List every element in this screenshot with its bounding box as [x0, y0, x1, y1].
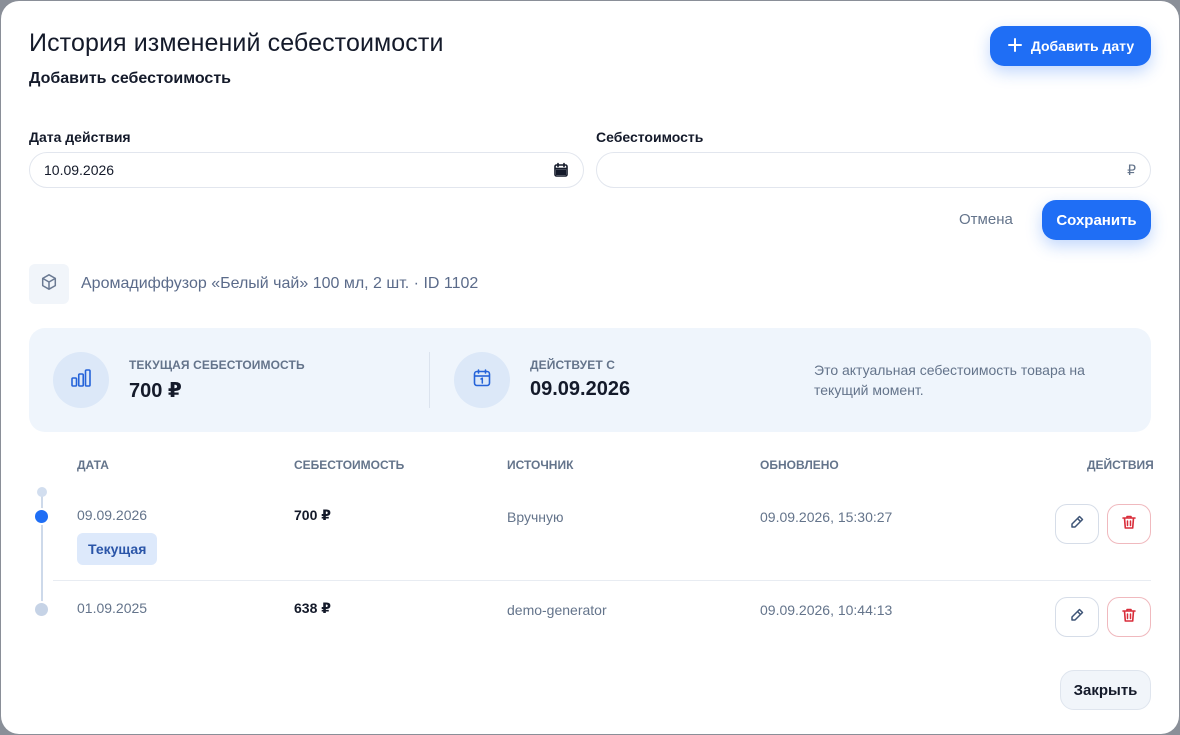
delete-button[interactable]	[1107, 597, 1151, 637]
effective-date-icon-circle	[454, 352, 510, 408]
save-button[interactable]: Сохранить	[1042, 200, 1151, 240]
currency-suffix: ₽	[1127, 161, 1136, 178]
column-header-date: Дата	[77, 458, 109, 472]
delete-button[interactable]	[1107, 504, 1151, 544]
row-cost: 638 ₽	[294, 600, 331, 616]
column-header-actions: Действия	[1087, 458, 1154, 472]
column-header-updated: Обновлено	[760, 458, 839, 472]
row-source: demo-generator	[507, 602, 607, 618]
effective-date-label: Действует с	[530, 358, 615, 372]
cost-history-modal: История изменений себестоимости Добавить…	[1, 1, 1179, 734]
timeline-dot	[33, 601, 50, 618]
cost-input[interactable]: ₽	[596, 152, 1151, 188]
add-date-button-label: Добавить дату	[1030, 38, 1135, 54]
date-input-value: 10.09.2026	[44, 162, 115, 178]
timeline-start-dot	[37, 487, 47, 497]
row-source: Вручную	[507, 509, 564, 525]
add-date-button[interactable]: Добавить дату	[990, 26, 1151, 66]
box-icon	[40, 273, 58, 296]
current-cost-label: Текущая себестоимость	[129, 358, 305, 372]
column-header-cost: Себестоимость	[294, 458, 405, 472]
summary-note: Это актуальная себестоимость товара на т…	[814, 362, 1085, 398]
close-button[interactable]: Закрыть	[1060, 670, 1151, 710]
row-date: 01.09.2025	[77, 600, 148, 616]
current-badge: Текущая	[77, 533, 158, 565]
calendar-icon	[472, 368, 492, 393]
summary-divider	[429, 352, 430, 408]
trash-icon	[1120, 513, 1138, 536]
effective-date-value: 09.09.2026	[530, 378, 631, 400]
edit-button[interactable]	[1055, 504, 1099, 544]
current-cost-value: 700 ₽	[129, 380, 182, 402]
row-cost: 700 ₽	[294, 507, 331, 523]
date-field-label: Дата действия	[29, 129, 131, 145]
form-section-title: Добавить себестоимость	[29, 70, 231, 87]
timeline-dot-current	[33, 508, 50, 525]
edit-icon	[1068, 606, 1086, 629]
summary-card: Текущая себестоимость 700 ₽ Действует с …	[29, 328, 1151, 432]
date-input[interactable]: 10.09.2026	[29, 152, 584, 188]
modal-title: История изменений себестоимости	[29, 29, 444, 57]
row-date: 09.09.2026	[77, 507, 148, 523]
row-updated: 09.09.2026, 15:30:27	[760, 509, 893, 525]
product-icon-box	[29, 264, 69, 304]
plus-icon	[1007, 37, 1023, 56]
product-name: Аромадиффузор «Белый чай» 100 мл, 2 шт. …	[81, 275, 479, 292]
bar-chart-icon	[70, 367, 92, 394]
edit-button[interactable]	[1055, 597, 1099, 637]
cancel-button[interactable]: Отмена	[959, 211, 1013, 228]
calendar-picker-icon[interactable]	[553, 162, 569, 178]
edit-icon	[1068, 513, 1086, 536]
current-cost-icon-circle	[53, 352, 109, 408]
trash-icon	[1120, 606, 1138, 629]
table-row	[53, 487, 1151, 581]
column-header-source: Источник	[507, 458, 574, 472]
row-updated: 09.09.2026, 10:44:13	[760, 602, 893, 618]
cost-field-label: Себестоимость	[596, 129, 704, 145]
